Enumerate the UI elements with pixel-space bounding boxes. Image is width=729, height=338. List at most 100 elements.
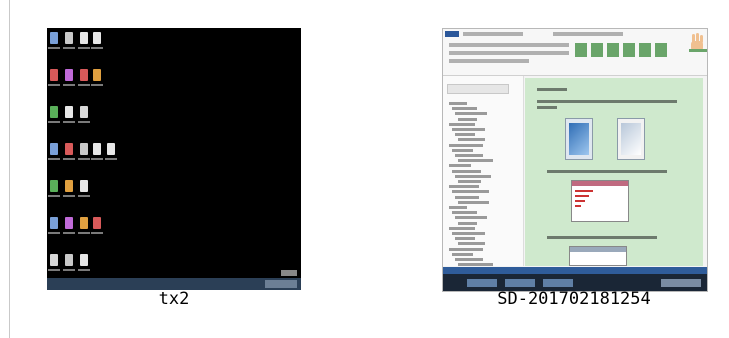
nav-item: [455, 112, 487, 116]
desktop-app-icon[interactable]: [80, 180, 88, 192]
nav-item: [452, 211, 477, 215]
desktop-icon-label: [91, 158, 103, 160]
desktop-icon-label: [48, 84, 60, 86]
left-divider: [9, 0, 10, 338]
desktop-icon-label: [78, 47, 90, 49]
nav-item: [449, 102, 467, 105]
nav-item: [455, 133, 475, 137]
dialog-image: [569, 246, 627, 266]
desktop-app-icon[interactable]: [93, 143, 101, 155]
desktop-icon-label: [78, 269, 90, 271]
desktop-app-icon[interactable]: [50, 254, 58, 266]
desktop-icon-label: [48, 47, 60, 49]
tile-label: SD-201702181254: [497, 289, 651, 309]
desktop-icon-label: [63, 195, 75, 197]
desktop-app-icon[interactable]: [65, 69, 73, 81]
desktop-icon-label: [63, 121, 75, 123]
desktop-icon-label: [63, 158, 75, 160]
word-window-thumbnail[interactable]: [442, 28, 708, 292]
desktop-icon-label: [63, 232, 75, 234]
desktop-app-icon[interactable]: [50, 180, 58, 192]
nav-item: [458, 242, 485, 246]
desktop-app-icon[interactable]: [93, 32, 101, 44]
desktop-icon-label: [78, 195, 90, 197]
system-tray: [265, 280, 297, 288]
desktop-icon-label: [63, 84, 75, 86]
desktop-app-icon[interactable]: [80, 106, 88, 118]
nav-item: [455, 154, 483, 157]
desktop-icon-label: [48, 195, 60, 197]
nav-item: [455, 216, 487, 220]
nav-item: [452, 148, 473, 152]
nav-item: [452, 128, 485, 131]
desktop-app-icon[interactable]: [80, 254, 88, 266]
desktop-app-icon[interactable]: [50, 69, 58, 81]
desktop-app-icon[interactable]: [65, 217, 73, 229]
desktop-icon-label: [48, 158, 60, 160]
phone-image: [565, 118, 593, 160]
navigation-pane: [443, 76, 524, 267]
nav-item: [458, 159, 493, 163]
desktop-icon-label: [105, 158, 117, 160]
taskbar-app: [505, 279, 535, 287]
nav-item: [458, 200, 489, 204]
nav-item: [458, 138, 485, 142]
file-tab: [445, 31, 459, 37]
nav-item: [449, 206, 467, 209]
system-tray: [661, 279, 701, 287]
nav-item: [452, 107, 477, 111]
tile-label: tx2: [158, 289, 190, 309]
nav-item: [452, 232, 485, 235]
desktop-app-icon[interactable]: [50, 143, 58, 155]
desktop-icon-label: [78, 232, 90, 234]
desktop-app-icon[interactable]: [65, 180, 73, 192]
nav-item: [458, 117, 477, 121]
desktop-icon-label: [91, 84, 103, 86]
hand-cursor-icon: [689, 33, 707, 52]
desktop-app-icon[interactable]: [65, 143, 73, 155]
desktop-icon-label: [78, 158, 90, 160]
desktop-icon-label: [78, 84, 90, 86]
nav-item: [449, 185, 479, 189]
document-page: [525, 78, 703, 266]
desktop-app-icon[interactable]: [65, 254, 73, 266]
desktop-app-icon[interactable]: [80, 32, 88, 44]
dialog-image: [571, 180, 629, 222]
nav-item: [449, 164, 471, 168]
nav-item: [449, 122, 475, 126]
nav-item: [458, 263, 493, 267]
desktop-app-icon[interactable]: [50, 106, 58, 118]
desktop-app-icon[interactable]: [93, 217, 101, 229]
phone-image: [617, 118, 645, 160]
taskbar-app: [467, 279, 497, 287]
nav-item: [455, 195, 479, 199]
nav-item: [449, 247, 483, 251]
nav-item: [458, 180, 481, 183]
desktop-app-icon[interactable]: [93, 69, 101, 81]
desktop-icon-label: [48, 232, 60, 234]
desktop-app-icon[interactable]: [80, 69, 88, 81]
nav-item: [455, 237, 475, 241]
desktop-thumbnail[interactable]: [47, 28, 301, 290]
taskbar-app: [543, 279, 573, 287]
nav-item: [452, 169, 481, 173]
desktop-app-icon[interactable]: [50, 32, 58, 44]
desktop-app-icon[interactable]: [80, 217, 88, 229]
nav-item: [452, 190, 489, 194]
desktop-app-icon[interactable]: [80, 143, 88, 155]
status-bar: [443, 267, 707, 274]
desktop-app-icon[interactable]: [65, 32, 73, 44]
windows-taskbar: [443, 267, 707, 291]
nav-item: [455, 174, 491, 178]
nav-item: [449, 143, 483, 147]
nav-item: [449, 226, 475, 230]
nav-item: [455, 258, 483, 261]
desktop-icon-label: [91, 232, 103, 234]
desktop-icon-label: [78, 121, 90, 123]
nav-item: [452, 252, 473, 256]
desktop-icon-label: [91, 47, 103, 49]
nav-search-box: [447, 84, 509, 94]
desktop-app-icon[interactable]: [65, 106, 73, 118]
desktop-app-icon[interactable]: [50, 217, 58, 229]
desktop-app-icon[interactable]: [107, 143, 115, 155]
